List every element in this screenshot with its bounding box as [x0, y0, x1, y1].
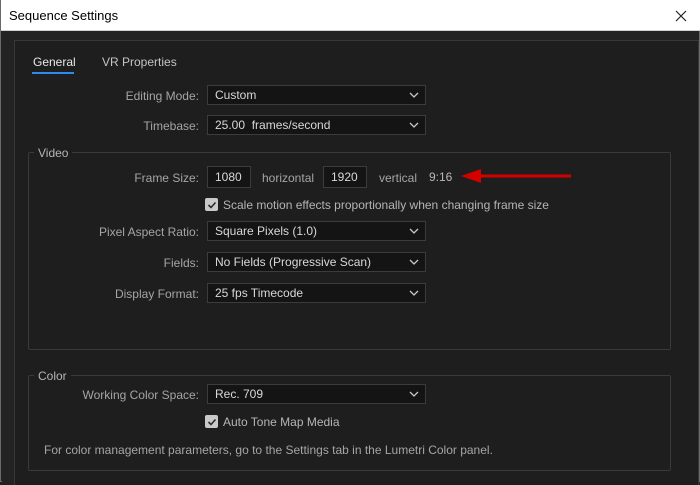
video-group-title: Video: [34, 146, 73, 160]
dialog-content: General VR Properties Editing Mode: Cust…: [2, 31, 699, 485]
chevron-down-icon: [409, 391, 419, 397]
chevron-down-icon: [409, 259, 419, 265]
aspect-ratio-readout: 9:16: [429, 170, 453, 184]
scale-motion-checkbox[interactable]: [205, 198, 218, 211]
tab-general[interactable]: General: [33, 55, 76, 69]
auto-tone-map-checkbox[interactable]: [205, 415, 218, 428]
frame-size-label: Frame Size:: [134, 171, 199, 185]
working-color-space-value: Rec. 709: [215, 387, 264, 401]
checkmark-icon: [207, 201, 216, 209]
window-title: Sequence Settings: [9, 8, 119, 23]
timebase-value: 25.00 frames/second: [215, 118, 331, 132]
sequence-settings-window: Sequence Settings General VR Properties …: [0, 0, 700, 485]
editing-mode-dropdown[interactable]: Custom: [207, 85, 426, 105]
tab-vr-properties[interactable]: VR Properties: [102, 55, 177, 69]
pixel-aspect-ratio-dropdown[interactable]: Square Pixels (1.0): [207, 221, 426, 241]
checkmark-icon: [207, 418, 216, 426]
pixel-aspect-ratio-label: Pixel Aspect Ratio:: [98, 225, 199, 239]
vertical-label: vertical: [379, 171, 418, 185]
working-color-space-dropdown[interactable]: Rec. 709: [207, 384, 426, 404]
auto-tone-map-label: Auto Tone Map Media: [223, 415, 340, 429]
color-group-title: Color: [34, 369, 71, 383]
scale-motion-label: Scale motion effects proportionally when…: [223, 198, 549, 212]
pixel-aspect-ratio-value: Square Pixels (1.0): [215, 224, 318, 238]
display-format-value: 25 fps Timecode: [215, 286, 304, 300]
active-tab-indicator: [32, 72, 74, 74]
display-format-dropdown[interactable]: 25 fps Timecode: [207, 283, 426, 303]
title-bar: Sequence Settings: [1, 0, 700, 31]
settings-panel: General VR Properties Editing Mode: Cust…: [14, 40, 699, 485]
chevron-down-icon: [409, 290, 419, 296]
working-color-space-label: Working Color Space:: [82, 388, 200, 402]
frame-height-input[interactable]: 1920: [323, 166, 367, 188]
close-icon: [675, 10, 687, 21]
horizontal-label: horizontal: [262, 171, 315, 185]
chevron-down-icon: [409, 228, 419, 234]
editing-mode-label: Editing Mode:: [125, 89, 199, 103]
fields-dropdown[interactable]: No Fields (Progressive Scan): [207, 252, 426, 272]
display-format-label: Display Format:: [114, 287, 199, 301]
editing-mode-value: Custom: [215, 88, 257, 102]
fields-value: No Fields (Progressive Scan): [215, 255, 372, 269]
color-management-note: For color management parameters, go to t…: [44, 443, 493, 457]
fields-label: Fields:: [163, 256, 199, 270]
chevron-down-icon: [409, 92, 419, 98]
annotation-arrow-icon: [461, 169, 571, 183]
frame-width-input[interactable]: 1080: [207, 166, 251, 188]
timebase-label: Timebase:: [143, 119, 199, 133]
close-button[interactable]: [661, 0, 700, 31]
chevron-down-icon: [409, 122, 419, 128]
timebase-dropdown[interactable]: 25.00 frames/second: [207, 115, 426, 135]
